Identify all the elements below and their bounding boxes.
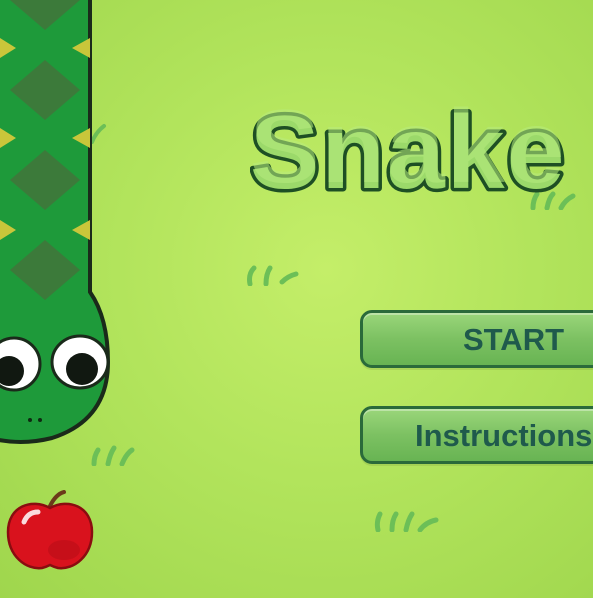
instructions-button-label: Instructions <box>415 418 593 453</box>
game-screen: Snake Snake START Instructions <box>0 0 593 598</box>
instructions-button[interactable]: Instructions <box>360 406 593 464</box>
grass-tuft-icon <box>374 511 439 532</box>
snake-icon <box>0 0 111 444</box>
grass-tuft-icon <box>247 265 299 286</box>
game-title: Snake Snake <box>250 89 568 215</box>
start-button-label: START <box>463 322 565 357</box>
start-button[interactable]: START <box>360 310 593 368</box>
svg-text:Snake: Snake <box>250 89 566 205</box>
apple-icon <box>6 490 94 570</box>
